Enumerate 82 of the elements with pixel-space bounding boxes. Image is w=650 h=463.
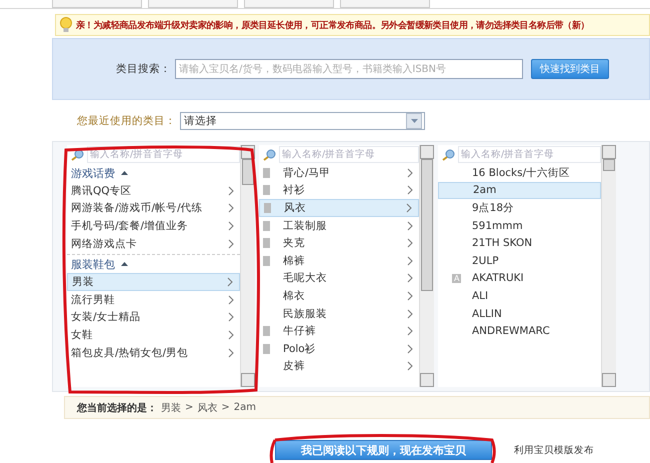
- scrollbar[interactable]: [601, 145, 616, 387]
- category-item[interactable]: 手机号码/套餐/增值业务: [67, 217, 240, 235]
- category-item[interactable]: 牛仔裤: [259, 322, 419, 340]
- category-item[interactable]: 背心/马甲: [259, 164, 419, 182]
- breadcrumb-item: 2am: [234, 402, 256, 413]
- selection-label: 您当前选择的是：: [77, 402, 157, 414]
- category-item[interactable]: 591mmm: [438, 216, 601, 234]
- breadcrumb-separator: >: [185, 402, 194, 413]
- chevron-right-icon: [407, 344, 413, 354]
- filter-field[interactable]: 输入名称/拼音首字母: [458, 146, 601, 163]
- category-item[interactable]: 16 Blocks/十六街区: [438, 164, 601, 182]
- search-icon: [71, 148, 84, 160]
- chevron-right-icon: [407, 168, 413, 178]
- category-item[interactable]: 衬衫: [259, 182, 419, 200]
- chevron-right-icon: [228, 186, 234, 196]
- category-item[interactable]: 腾讯QQ专区: [67, 182, 240, 200]
- chevron-right-icon: [407, 220, 413, 231]
- search-icon: [263, 148, 276, 160]
- category-item[interactable]: 网络游戏点卡: [67, 234, 240, 252]
- search-icon: [442, 148, 455, 160]
- category-item[interactable]: 女鞋: [67, 326, 240, 344]
- category-item[interactable]: 2am: [438, 182, 601, 200]
- category-item[interactable]: ALI: [438, 287, 601, 305]
- search-field[interactable]: 请输入宝贝名/货号，数码电器输入型号，书籍类输入ISBN号: [175, 59, 523, 79]
- chevron-right-icon: [407, 238, 413, 248]
- recent-category-select[interactable]: 请选择: [180, 112, 425, 130]
- chevron-right-icon: [407, 308, 413, 319]
- chevron-right-icon: [407, 290, 413, 301]
- tab[interactable]: [52, 0, 142, 8]
- category-item[interactable]: 网游装备/游戏币/帐号/代练: [67, 200, 240, 218]
- scrollbar[interactable]: [419, 145, 434, 387]
- category-item[interactable]: 夹克: [259, 234, 419, 252]
- category-item[interactable]: 工装制服: [259, 216, 419, 234]
- dropdown-arrow-icon: [410, 119, 418, 123]
- category-group-header[interactable]: 游戏话费: [67, 164, 240, 182]
- scrollbar[interactable]: [240, 145, 255, 387]
- filter-field[interactable]: 输入名称/拼音首字母: [279, 146, 419, 163]
- tab[interactable]: [148, 0, 238, 8]
- tab[interactable]: [244, 0, 334, 8]
- lightbulb-icon: [59, 17, 73, 33]
- chevron-right-icon: [406, 202, 412, 213]
- collapse-arrow-icon: [121, 171, 128, 175]
- category-item[interactable]: 女装/女士精品: [67, 308, 240, 326]
- recent-label: 您最近使用的类目：: [77, 114, 176, 128]
- category-item[interactable]: 箱包皮具/热销女包/男包: [67, 344, 240, 362]
- category-item[interactable]: 棉裤: [259, 252, 419, 270]
- category-item[interactable]: ANDREWMARC: [438, 322, 601, 340]
- chevron-right-icon: [228, 330, 234, 340]
- chevron-right-icon: [407, 185, 413, 196]
- category-item[interactable]: 皮裤: [259, 358, 419, 376]
- chevron-right-icon: [228, 238, 234, 249]
- category-item[interactable]: 风衣: [259, 199, 419, 217]
- tab[interactable]: [340, 0, 430, 8]
- chevron-right-icon: [228, 348, 234, 358]
- category-item[interactable]: 棉衣: [259, 287, 419, 305]
- notice-text: 亲！为减轻商品发布端升级对卖家的影响，原类目延长使用，可正常发布商品。另外会暂缓新类目使用，请勿选择类目名称后带（新）: [76, 19, 590, 32]
- collapse-arrow-icon: [121, 262, 128, 266]
- chevron-right-icon: [228, 294, 234, 305]
- category-item[interactable]: 2ULP: [438, 252, 601, 270]
- chevron-right-icon: [407, 326, 413, 336]
- search-label: 类目搜索：: [116, 62, 171, 76]
- chevron-right-icon: [407, 361, 413, 372]
- breadcrumb-item: 风衣: [197, 402, 218, 414]
- category-item[interactable]: A AKATRUKI: [438, 270, 601, 288]
- template-link[interactable]: 利用宝贝模版发布: [514, 444, 594, 456]
- chevron-right-icon: [407, 256, 413, 266]
- chevron-right-icon: [228, 203, 234, 214]
- chevron-right-icon: [407, 273, 413, 284]
- category-item[interactable]: 流行男鞋: [67, 290, 240, 309]
- category-item[interactable]: Polo衫: [259, 340, 419, 358]
- category-item[interactable]: 男装: [67, 273, 240, 291]
- chevron-right-icon: [228, 312, 234, 322]
- index-letter: A: [452, 274, 462, 283]
- category-item[interactable]: 民族服装: [259, 304, 419, 322]
- category-item[interactable]: ALLIN: [438, 304, 601, 322]
- category-item[interactable]: 21TH SKON: [438, 234, 601, 252]
- chevron-right-icon: [227, 277, 233, 288]
- breadcrumb-separator: >: [221, 402, 230, 413]
- chevron-right-icon: [228, 220, 234, 231]
- breadcrumb-item: 男装: [161, 402, 181, 414]
- category-item[interactable]: 毛呢大衣: [259, 270, 419, 288]
- category-item[interactable]: 9点18分: [438, 199, 601, 217]
